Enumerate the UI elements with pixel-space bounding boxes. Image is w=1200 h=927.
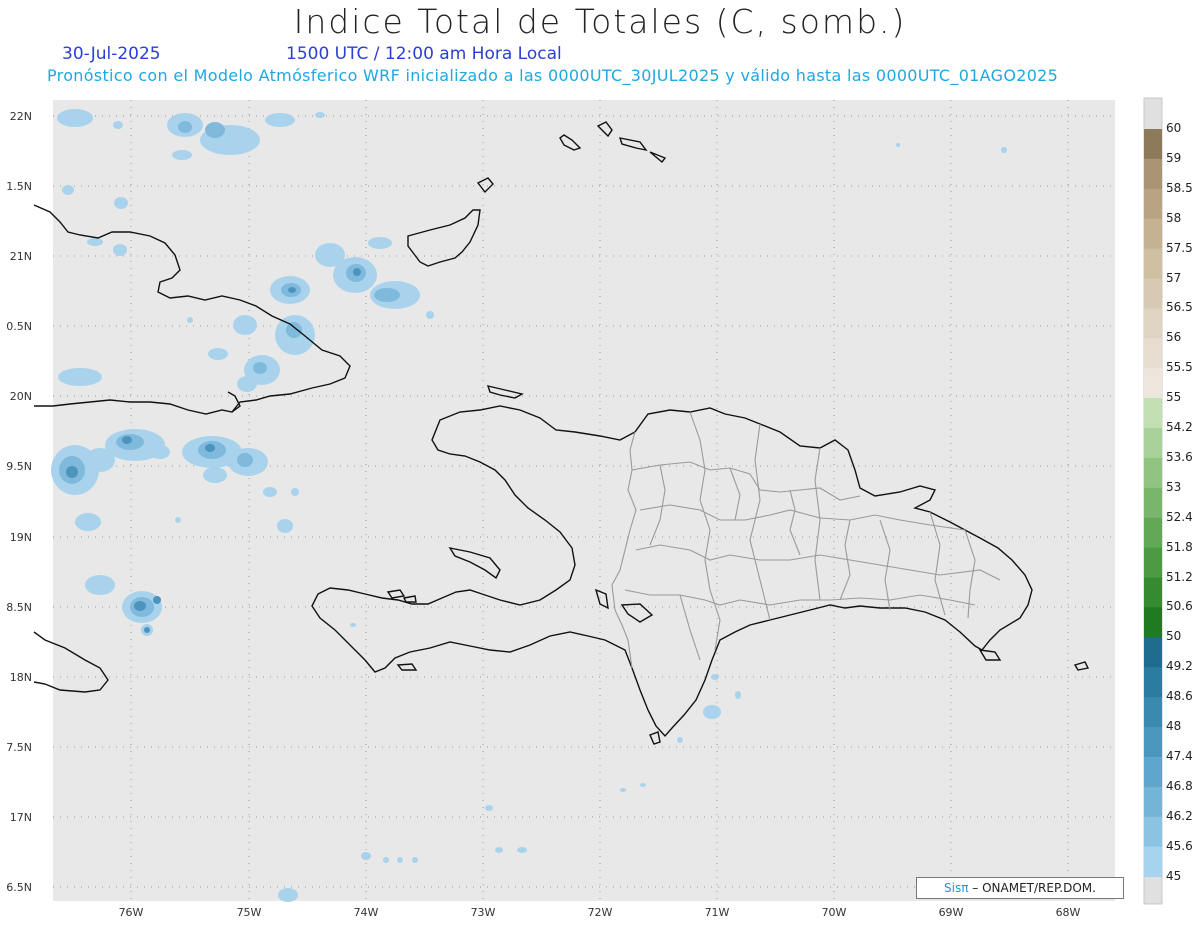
lon-label-73w: 73W (470, 906, 496, 919)
lat-label-18n: 18N (9, 671, 32, 684)
colorbar-label: 55.5 (1166, 360, 1193, 375)
lon-label-71w: 71W (704, 906, 730, 919)
colorbar-label: 58 (1166, 210, 1182, 225)
credit-text: – ONAMET/REP.DOM. (972, 881, 1096, 895)
colorbar-label: 53.6 (1166, 449, 1193, 464)
colorbar-swatch (1144, 457, 1162, 489)
colorbar-label: 51.2 (1166, 569, 1193, 584)
map-background (53, 100, 1115, 901)
colorbar-swatch (1144, 398, 1162, 429)
colorbar-label: 56.5 (1166, 300, 1193, 315)
colorbar-label: 45.6 (1166, 838, 1193, 853)
colorbar-swatch (1144, 129, 1162, 160)
colorbar-label: 48.6 (1166, 689, 1193, 704)
colorbar-label: 48 (1166, 719, 1182, 733)
colorbar-swatch (1144, 517, 1162, 549)
colorbar-label: 46.8 (1166, 778, 1193, 793)
colorbar-swatch (1144, 487, 1162, 519)
colorbar-label: 60 (1166, 121, 1182, 135)
credit-box: Sisπ – ONAMET/REP.DOM. (916, 877, 1124, 899)
colorbar-label: 49.2 (1166, 659, 1193, 674)
colorbar-swatch (1144, 727, 1162, 758)
colorbar-swatch (1144, 697, 1162, 728)
lat-label-21n: 21N (9, 250, 32, 263)
lat-label-20-5n: 0.5N (6, 320, 32, 333)
colorbar-swatch (1144, 816, 1162, 848)
colorbar-swatch (1144, 667, 1162, 698)
lon-label-69w: 69W (938, 906, 964, 919)
lat-label-20n: 20N (9, 390, 32, 403)
colorbar-label: 57 (1166, 270, 1182, 285)
colorbar-swatch (1144, 338, 1162, 369)
colorbar-label: 59 (1166, 150, 1182, 165)
colorbar-swatch (1144, 846, 1162, 877)
lat-label-18-5n: 8.5N (6, 601, 32, 614)
colorbar-label: 57.5 (1166, 240, 1193, 255)
colorbar-label: 47.4 (1166, 748, 1193, 763)
lon-label-70w: 70W (821, 906, 847, 919)
colorbar-swatch (1144, 607, 1162, 638)
forecast-map (33, 97, 1163, 905)
colorbar-label: 55 (1166, 390, 1182, 405)
colorbar-swatch (1144, 786, 1162, 818)
colorbar-label: 52.4 (1166, 509, 1193, 524)
lat-label-19-5n: 9.5N (6, 460, 32, 473)
colorbar-label: 54.2 (1166, 420, 1193, 434)
colorbar-swatch (1144, 218, 1162, 250)
colorbar-swatch (1144, 428, 1162, 459)
colorbar-swatch (1144, 188, 1162, 220)
colorbar-swatch (1144, 158, 1162, 190)
colorbar-label: 46.2 (1166, 808, 1193, 823)
lat-label-17-5n: 7.5N (6, 741, 32, 754)
lon-label-76w: 76W (118, 906, 144, 919)
sispi-logo: Sisπ (944, 881, 969, 895)
lat-label-17n: 17N (9, 811, 32, 824)
lat-label-19n: 19N (9, 531, 32, 544)
colorbar (1143, 97, 1163, 905)
colorbar-swatch (1144, 368, 1162, 399)
colorbar-swatch (1144, 248, 1162, 279)
lat-label-22n: 22N (9, 110, 32, 123)
colorbar-label: 56 (1166, 330, 1182, 345)
colorbar-swatch (1144, 278, 1162, 309)
colorbar-swatch (1144, 637, 1162, 668)
colorbar-label: 50 (1166, 629, 1182, 644)
lon-label-74w: 74W (353, 906, 379, 919)
colorbar-label: 45 (1166, 868, 1182, 883)
lat-label-21-5n: 1.5N (6, 180, 32, 193)
colorbar-swatch (1144, 756, 1162, 788)
colorbar-swatch (1144, 308, 1162, 339)
colorbar-label: 58.5 (1166, 180, 1193, 195)
colorbar-swatch (1144, 547, 1162, 578)
lon-label-72w: 72W (587, 906, 613, 919)
colorbar-swatch (1144, 577, 1162, 608)
colorbar-label: 51.8 (1166, 539, 1193, 554)
colorbar-label: 53 (1166, 479, 1182, 494)
lon-label-68w: 68W (1055, 906, 1081, 919)
lon-label-75w: 75W (236, 906, 262, 919)
lat-label-16-5n: 6.5N (6, 881, 32, 894)
colorbar-label: 50.6 (1166, 599, 1193, 614)
